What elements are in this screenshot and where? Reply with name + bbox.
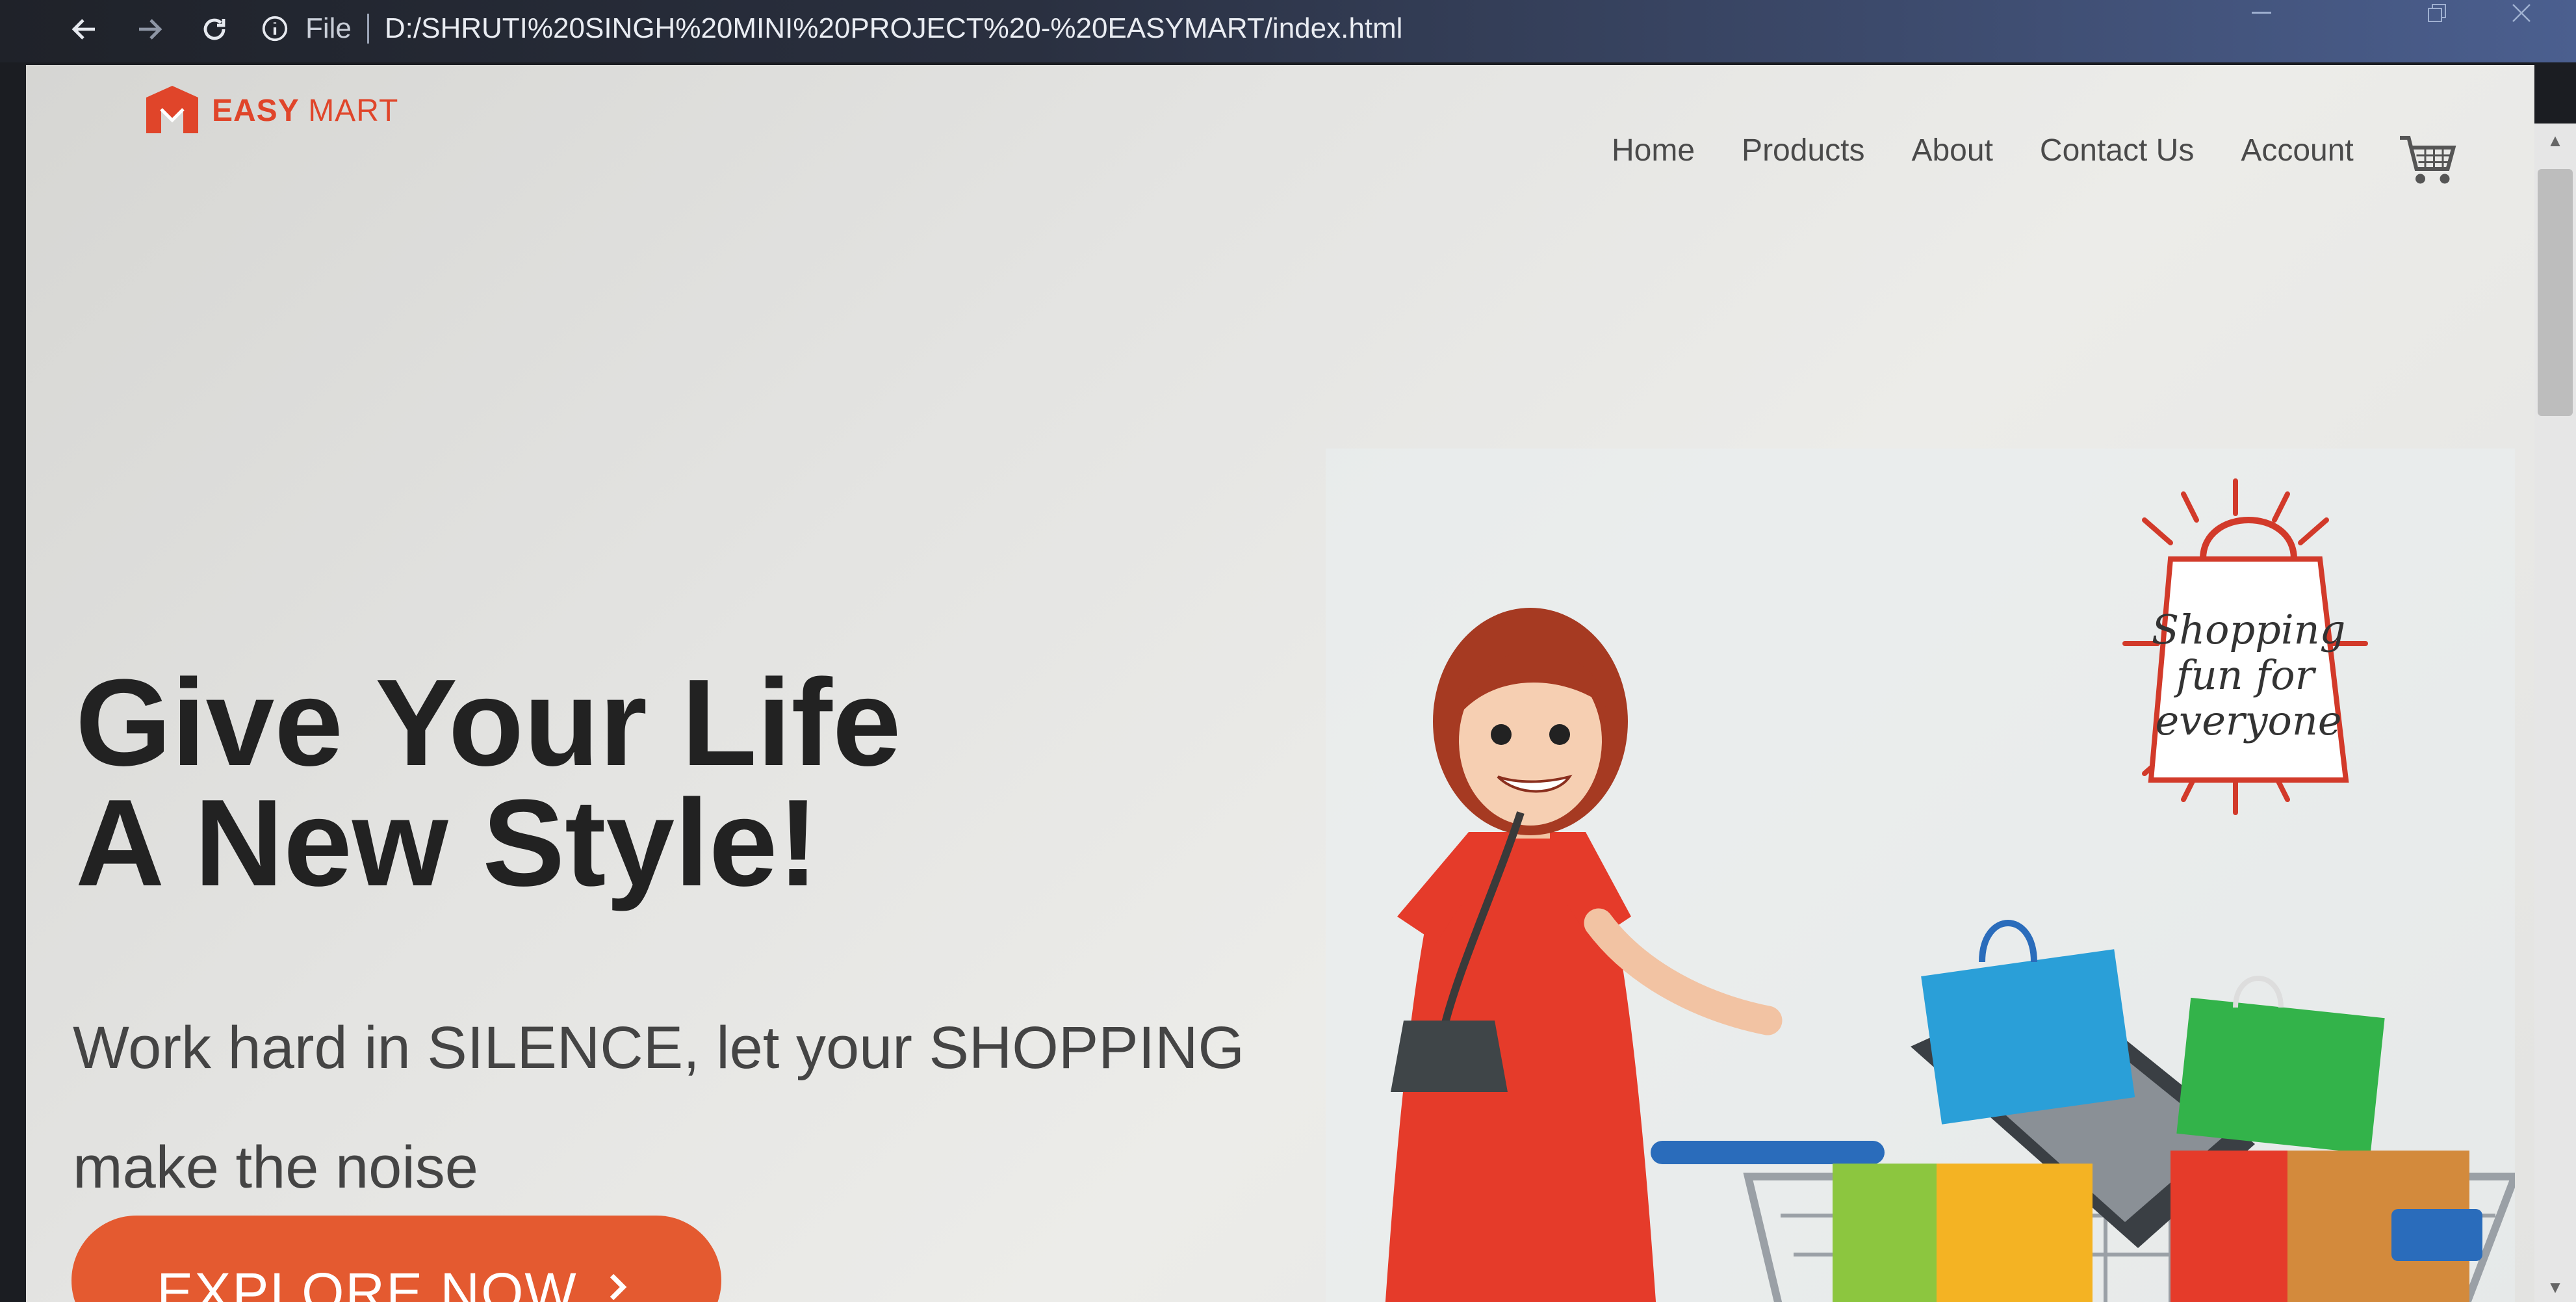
arrow-right-icon (139, 19, 162, 40)
nav-contact-us[interactable]: Contact Us (2040, 133, 2194, 168)
close-icon (2512, 4, 2531, 22)
restore-icon (2428, 4, 2446, 22)
cart-icon[interactable] (2398, 130, 2456, 189)
chevron-down-icon: ▼ (2547, 1277, 2564, 1297)
site-logo[interactable]: EASY MART (143, 85, 398, 137)
address-separator (367, 14, 369, 44)
info-icon[interactable] (260, 14, 290, 44)
easymart-logo-icon (146, 86, 198, 133)
scroll-down-button[interactable]: ▼ (2534, 1274, 2576, 1300)
restore-button[interactable] (2411, 0, 2463, 26)
logo-bold-text: EASY (212, 93, 299, 128)
chevron-up-icon: ▲ (2547, 130, 2564, 150)
reload-icon (203, 18, 225, 40)
hero-illustration: Shopping fun for everyone (1326, 449, 2515, 1302)
scroll-up-button[interactable]: ▲ (2534, 127, 2576, 153)
hero-subtitle: Work hard in SILENCE, let your SHOPPING … (73, 988, 1340, 1227)
explore-now-label: EXPLORE NOW (157, 1262, 578, 1302)
badge-line-3: everyone (2155, 697, 2341, 744)
hero-subtitle-line-1: Work hard in SILENCE, let your SHOPPING (73, 1015, 1245, 1081)
hero-title-line-2: A New Style! (75, 774, 819, 912)
back-button[interactable] (62, 7, 107, 52)
reload-button[interactable] (192, 7, 237, 52)
hero-title: Give Your Life A New Style! (75, 661, 901, 905)
arrow-left-icon (71, 19, 95, 40)
close-button[interactable] (2495, 0, 2547, 26)
nav-products[interactable]: Products (1742, 133, 1864, 168)
nav-home[interactable]: Home (1612, 133, 1695, 168)
scrollbar-thumb[interactable] (2538, 169, 2573, 416)
minimize-button[interactable] (2235, 0, 2287, 26)
forward-button[interactable] (127, 7, 172, 52)
site-navigation: Home Products About Contact Us Account (1612, 133, 2354, 168)
arrow-right-icon (610, 1273, 627, 1301)
url-text[interactable]: D:/SHRUTI%20SINGH%20MINI%20PROJECT%20-%2… (385, 12, 1403, 45)
page-viewport: EASY MART Home Products About Contact Us… (26, 65, 2534, 1302)
logo-wordmark: EASY MART (212, 93, 398, 129)
nav-about[interactable]: About (1911, 133, 1992, 168)
hero-title-line-1: Give Your Life (75, 654, 901, 792)
badge-line-2: fun for (2174, 651, 2317, 699)
explore-now-button[interactable]: EXPLORE NOW (71, 1216, 721, 1302)
badge-line-1: Shopping (2152, 606, 2346, 653)
minimize-icon (2252, 12, 2271, 14)
nav-account[interactable]: Account (2241, 133, 2353, 168)
hero-subtitle-line-2: make the noise (73, 1134, 478, 1201)
address-bar[interactable]: File D:/SHRUTI%20SINGH%20MINI%20PROJECT%… (260, 3, 1820, 55)
address-scheme-label: File (305, 12, 352, 44)
logo-light-text: MART (308, 93, 399, 128)
